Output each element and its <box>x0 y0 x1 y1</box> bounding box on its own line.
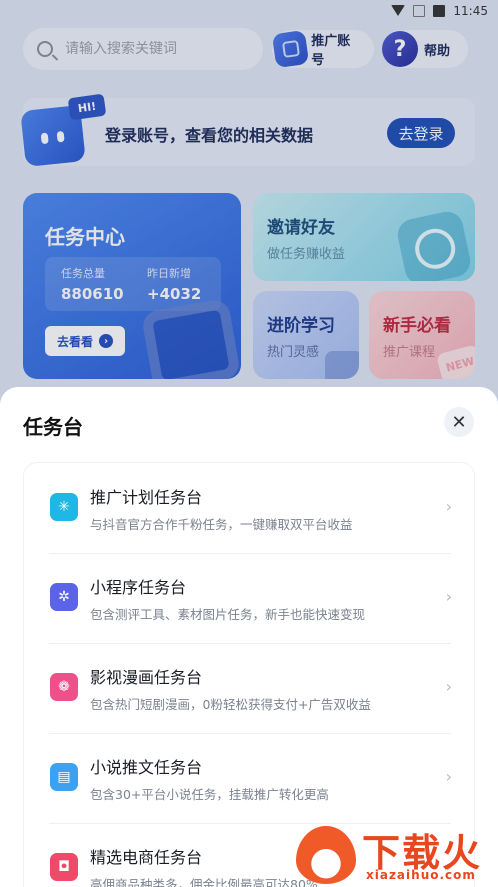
sparkle-icon: ✳ <box>50 493 78 521</box>
item-desc: 高佣商品种类多，佣金比例最高可达80% <box>90 877 318 887</box>
item-desc: 包含测评工具、素材图片任务，新手也能快速变现 <box>90 607 366 622</box>
list-item[interactable]: ▤ 小说推文任务台 包含30+平台小说任务，挂载推广转化更高 › <box>24 733 474 823</box>
item-desc: 包含热门短剧漫画，0粉轻松获得支付+广告双收益 <box>90 697 371 712</box>
sheet-title: 任务台 <box>23 415 83 439</box>
film-reel-icon: ❁ <box>50 673 78 701</box>
chevron-right-icon: › <box>445 677 452 696</box>
item-title: 精选电商任务台 <box>90 848 203 867</box>
close-icon[interactable]: ✕ <box>444 407 474 437</box>
list-item[interactable]: ✲ 小程序任务台 包含测评工具、素材图片任务，新手也能快速变现 › <box>24 553 474 643</box>
flame-logo-icon <box>296 826 356 884</box>
item-desc: 与抖音官方合作千粉任务，一键赚取双平台收益 <box>90 517 353 532</box>
watermark-logo: 下载火 xiazaihuo.com <box>292 820 498 887</box>
shopping-bag-icon: ◘ <box>50 853 78 881</box>
list-item[interactable]: ❁ 影视漫画任务台 包含热门短剧漫画，0粉轻松获得支付+广告双收益 › <box>24 643 474 733</box>
chevron-right-icon: › <box>445 587 452 606</box>
list-item[interactable]: ✳ 推广计划任务台 与抖音官方合作千粉任务，一键赚取双平台收益 › <box>24 463 474 553</box>
task-desk-sheet: 任务台 ✕ ✳ 推广计划任务台 与抖音官方合作千粉任务，一键赚取双平台收益 › … <box>0 387 498 887</box>
chevron-right-icon: › <box>445 497 452 516</box>
watermark-url: xiazaihuo.com <box>366 868 476 882</box>
item-title: 推广计划任务台 <box>90 488 203 507</box>
book-icon: ▤ <box>50 763 78 791</box>
asterisk-icon: ✲ <box>50 583 78 611</box>
item-title: 影视漫画任务台 <box>90 668 203 687</box>
item-title: 小说推文任务台 <box>90 758 203 777</box>
chevron-right-icon: › <box>445 767 452 786</box>
item-title: 小程序任务台 <box>90 578 187 597</box>
item-desc: 包含30+平台小说任务，挂载推广转化更高 <box>90 787 329 802</box>
